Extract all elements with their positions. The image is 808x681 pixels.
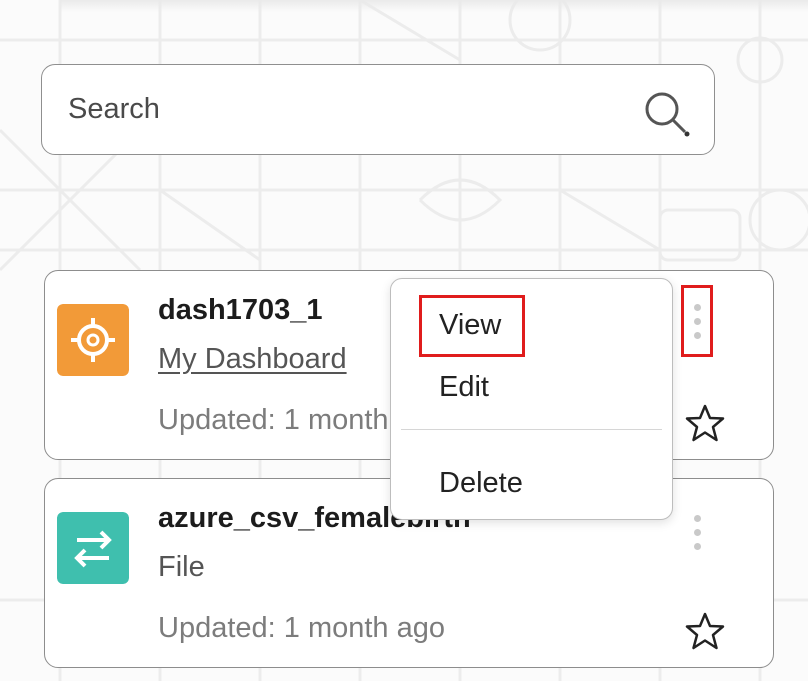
kebab-dot bbox=[693, 317, 701, 325]
star-icon[interactable] bbox=[685, 403, 725, 443]
kebab-dot bbox=[693, 542, 701, 550]
dashboard-icon bbox=[57, 304, 129, 376]
more-options-button[interactable] bbox=[681, 285, 713, 357]
transfer-arrows-icon bbox=[57, 512, 129, 584]
card-title: dash1703_1 bbox=[158, 294, 323, 326]
star-icon[interactable] bbox=[685, 611, 725, 651]
card-subtitle-link[interactable]: My Dashboard bbox=[158, 343, 347, 376]
more-options-button[interactable] bbox=[683, 497, 711, 567]
search-input[interactable]: Search bbox=[41, 64, 715, 155]
card-subtitle: File bbox=[158, 551, 205, 583]
kebab-dot bbox=[693, 528, 701, 536]
menu-item-delete[interactable]: Delete bbox=[439, 467, 523, 500]
card-updated-time: Updated: 1 month ago bbox=[158, 612, 445, 644]
menu-item-edit[interactable]: Edit bbox=[439, 371, 489, 404]
kebab-dot bbox=[693, 514, 701, 522]
menu-divider bbox=[401, 429, 662, 430]
kebab-dot bbox=[693, 303, 701, 311]
search-placeholder: Search bbox=[68, 93, 160, 125]
top-shadow bbox=[60, 0, 808, 12]
kebab-dot bbox=[693, 331, 701, 339]
search-icon[interactable] bbox=[642, 89, 692, 139]
context-menu: View Edit Delete bbox=[390, 278, 673, 520]
menu-item-view[interactable]: View bbox=[439, 309, 501, 342]
